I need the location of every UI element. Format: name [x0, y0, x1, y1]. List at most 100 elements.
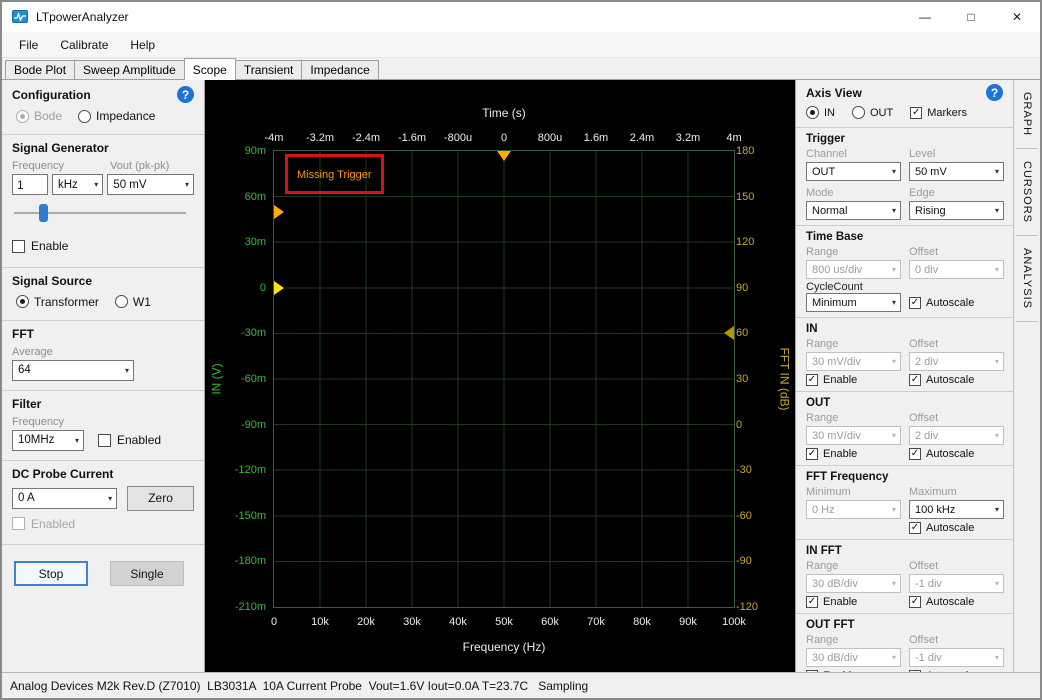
- in-tick: -90m: [241, 419, 266, 431]
- fft-frequency-autoscale-checkbox[interactable]: ✓Autoscale: [909, 522, 1004, 534]
- missing-trigger-warning: Missing Trigger: [285, 154, 384, 194]
- side-tab-graph[interactable]: GRAPH: [1016, 80, 1038, 149]
- time-base-range-select[interactable]: 800 us/div▾: [806, 260, 901, 279]
- in-enable-checkbox[interactable]: ✓Enable: [806, 374, 901, 386]
- out-fft-range-select[interactable]: 30 dB/div▾: [806, 648, 901, 667]
- stop-button[interactable]: Stop: [14, 561, 88, 586]
- chevron-down-icon: ▾: [892, 431, 896, 440]
- in-fft-offset-select[interactable]: -1 div▾: [909, 574, 1004, 593]
- frequency-slider[interactable]: [14, 203, 192, 223]
- in-range-select[interactable]: 30 mV/div▾: [806, 352, 901, 371]
- out-enable-checkbox[interactable]: ✓Enable: [806, 448, 901, 460]
- chevron-down-icon: ▾: [995, 167, 999, 176]
- chevron-down-icon: ▾: [125, 366, 129, 375]
- tab-sweep-amplitude[interactable]: Sweep Amplitude: [74, 60, 185, 79]
- bode-radio[interactable]: Bode: [16, 109, 62, 123]
- menu-file[interactable]: File: [8, 34, 49, 56]
- run-controls: Stop Single: [2, 545, 204, 602]
- time-base-autoscale-checkbox[interactable]: ✓Autoscale: [909, 297, 1004, 309]
- menu-calibrate[interactable]: Calibrate: [49, 34, 119, 56]
- trigger-mode-select[interactable]: Normal▾: [806, 201, 901, 220]
- trigger-level-select[interactable]: 50 mV▾: [909, 162, 1004, 181]
- tab-transient[interactable]: Transient: [235, 60, 303, 79]
- in-fft-title: IN FFT: [806, 545, 1003, 557]
- in-offset-value: 2 div: [915, 356, 938, 368]
- tab-impedance[interactable]: Impedance: [301, 60, 378, 79]
- impedance-radio-label: Impedance: [96, 109, 155, 123]
- title-bar: LTpowerAnalyzer — □ ✕: [2, 2, 1040, 32]
- trigger-channel-select[interactable]: OUT▾: [806, 162, 901, 181]
- minimize-icon[interactable]: —: [902, 2, 948, 32]
- fft-maximum-select[interactable]: 100 kHz▾: [909, 500, 1004, 519]
- app-window: LTpowerAnalyzer — □ ✕ File Calibrate Hel…: [0, 0, 1042, 700]
- single-button[interactable]: Single: [110, 561, 184, 586]
- fft-frequency-title: FFT Frequency: [806, 471, 1003, 483]
- trigger-level-marker[interactable]: [274, 205, 284, 219]
- w1-radio[interactable]: W1: [115, 295, 151, 309]
- in-fft-range-select[interactable]: 30 dB/div▾: [806, 574, 901, 593]
- out-offset-select[interactable]: 2 div▾: [909, 426, 1004, 445]
- axis-out-label: OUT: [870, 107, 893, 119]
- out-fft-range-label: Range: [806, 634, 901, 646]
- scope-plot[interactable]: Time (s) Frequency (Hz) IN (V) FFT IN (d…: [205, 80, 795, 672]
- out-fft-offset-select[interactable]: -1 div▾: [909, 648, 1004, 667]
- help-icon[interactable]: ?: [177, 86, 194, 103]
- side-tab-cursors[interactable]: CURSORS: [1016, 149, 1038, 236]
- frequency-input[interactable]: [12, 174, 48, 195]
- axis-out-radio[interactable]: OUT: [852, 106, 893, 119]
- slider-thumb[interactable]: [39, 204, 48, 222]
- fft-tick: 150: [736, 191, 754, 203]
- out-fft-offset-label: Offset: [909, 634, 1004, 646]
- trigger-edge-select[interactable]: Rising▾: [909, 201, 1004, 220]
- filter-frequency-select[interactable]: 10MHz▾: [12, 430, 84, 451]
- out-autoscale-checkbox[interactable]: ✓Autoscale: [909, 448, 1004, 460]
- in-fft-enable-checkbox[interactable]: ✓Enable: [806, 596, 901, 608]
- markers-checkbox[interactable]: ✓Markers: [910, 107, 967, 119]
- in-tick: -120m: [235, 464, 266, 476]
- checkbox-icon: ✓: [909, 297, 921, 309]
- fft-average-select[interactable]: 64▾: [12, 360, 134, 381]
- dc-probe-current-select[interactable]: 0 A▾: [12, 488, 117, 509]
- fft-minimum-value: 0 Hz: [812, 504, 835, 516]
- out-range-label: Range: [806, 412, 901, 424]
- in-tick: 30m: [245, 236, 266, 248]
- vout-select[interactable]: 50 mV▾: [107, 174, 194, 195]
- impedance-radio[interactable]: Impedance: [78, 109, 155, 123]
- in-tick: 0: [260, 282, 266, 294]
- freq-tick: 60k: [541, 616, 559, 628]
- close-icon[interactable]: ✕: [994, 2, 1040, 32]
- zero-button[interactable]: Zero: [127, 486, 194, 511]
- filter-enabled-checkbox[interactable]: Enabled: [98, 433, 161, 447]
- trigger-position-marker[interactable]: [497, 151, 511, 161]
- transformer-radio[interactable]: Transformer: [16, 295, 99, 309]
- average-label: Average: [12, 346, 194, 358]
- fft-tick: -120: [736, 601, 758, 613]
- cyclecount-select[interactable]: Minimum▾: [806, 293, 901, 312]
- fft-tick: 120: [736, 236, 754, 248]
- tab-scope[interactable]: Scope: [184, 58, 236, 80]
- plot-grid[interactable]: Time (s) Frequency (Hz) IN (V) FFT IN (d…: [273, 150, 735, 608]
- menu-help[interactable]: Help: [119, 34, 166, 56]
- axis-in-radio[interactable]: IN: [806, 106, 835, 119]
- in-title: IN: [806, 323, 1003, 335]
- tab-bode-plot[interactable]: Bode Plot: [5, 60, 75, 79]
- in-autoscale-checkbox[interactable]: ✓Autoscale: [909, 374, 1004, 386]
- side-tab-strip: GRAPH CURSORS ANALYSIS: [1013, 80, 1040, 672]
- in-offset-marker[interactable]: [274, 281, 284, 295]
- out-range-value: 30 mV/div: [812, 430, 861, 442]
- maximize-icon[interactable]: □: [948, 2, 994, 32]
- in-offset-select[interactable]: 2 div▾: [909, 352, 1004, 371]
- frequency-unit-select[interactable]: kHz▾: [52, 174, 103, 195]
- fft-tick: -60: [736, 510, 752, 522]
- axis-in-label: IN: [824, 107, 835, 119]
- fft-offset-marker[interactable]: [724, 326, 734, 340]
- side-tab-analysis[interactable]: ANALYSIS: [1016, 236, 1038, 322]
- freq-tick: 50k: [495, 616, 513, 628]
- signal-generator-enable-checkbox[interactable]: Enable: [12, 239, 68, 253]
- in-fft-autoscale-checkbox[interactable]: ✓Autoscale: [909, 596, 1004, 608]
- time-base-offset-select[interactable]: 0 div▾: [909, 260, 1004, 279]
- out-range-select[interactable]: 30 mV/div ▾: [806, 426, 901, 445]
- frequency-tick-labels: 010k20k30k40k50k60k70k80k90k100k: [274, 616, 734, 629]
- help-icon[interactable]: ?: [986, 84, 1003, 101]
- fft-minimum-select[interactable]: 0 Hz▾: [806, 500, 901, 519]
